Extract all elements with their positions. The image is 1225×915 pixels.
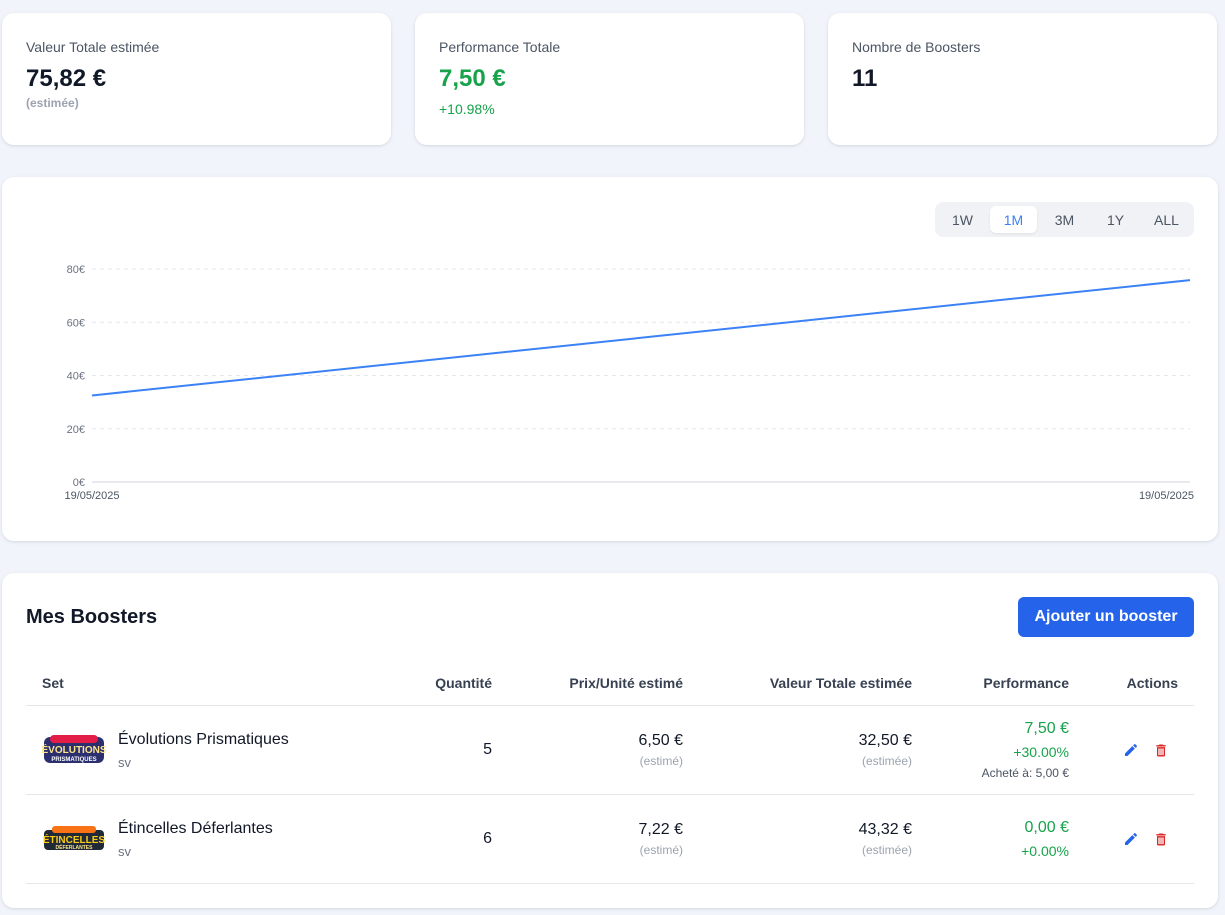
range-selector: 1W 1M 3M 1Y ALL xyxy=(935,202,1194,237)
unit-price: 7,22 € xyxy=(638,821,683,838)
set-name: Évolutions Prismatiques xyxy=(118,730,289,748)
total-value-cell: 32,50 € (estimée) xyxy=(683,732,912,768)
set-logo-subtext: PRISMATIQUES xyxy=(51,757,96,763)
unit-price-cell: 7,22 € (estimé) xyxy=(492,821,683,857)
performance-percent: +0.00% xyxy=(1021,843,1069,859)
performance-value: 7,50 € xyxy=(1024,720,1069,737)
quantity-cell: 6 xyxy=(483,830,492,847)
col-header-quantity: Quantité xyxy=(435,675,492,691)
y-tick-label: 60€ xyxy=(67,317,85,329)
unit-price-cell: 6,50 € (estimé) xyxy=(492,732,683,768)
performance-value: 0,00 € xyxy=(1024,819,1069,836)
add-booster-button[interactable]: Ajouter un booster xyxy=(1018,597,1194,637)
col-header-set: Set xyxy=(42,675,64,691)
x-tick-label: 19/05/2025 xyxy=(1139,490,1194,502)
y-tick-label: 20€ xyxy=(67,424,85,436)
trash-icon[interactable] xyxy=(1152,830,1170,848)
col-header-actions: Actions xyxy=(1126,675,1178,691)
performance-cell: 7,50 € +30.00% Acheté à: 5,00 € xyxy=(912,720,1069,780)
y-tick-label: 0€ xyxy=(73,477,85,489)
stat-card-performance: Performance Totale 7,50 € +10.98% xyxy=(415,13,804,145)
range-button-3m[interactable]: 3M xyxy=(1041,206,1088,233)
set-logo-text: ÉVOLUTIONS xyxy=(42,743,106,756)
series-line xyxy=(91,279,1191,397)
total-value: 43,32 € xyxy=(858,821,912,838)
stat-label: Performance Totale xyxy=(439,39,561,55)
set-cell: ÉTINCELLES DÉFERLANTES Étincelles Déferl… xyxy=(26,820,396,859)
range-button-all[interactable]: ALL xyxy=(1143,206,1190,233)
col-header-performance: Performance xyxy=(983,675,1069,691)
quantity-cell: 5 xyxy=(483,741,492,758)
set-logo: ÉTINCELLES DÉFERLANTES xyxy=(42,822,106,856)
y-tick-label: 80€ xyxy=(67,264,85,276)
stat-value: 11 xyxy=(852,65,878,92)
unit-price: 6,50 € xyxy=(638,732,683,749)
range-button-1y[interactable]: 1Y xyxy=(1092,206,1139,233)
set-logo-subtext: DÉFERLANTES xyxy=(56,843,94,851)
unit-price-note: (estimé) xyxy=(639,843,683,857)
col-header-unit-price: Prix/Unité estimé xyxy=(569,675,683,691)
trash-icon[interactable] xyxy=(1152,741,1170,759)
stat-card-total-value: Valeur Totale estimée 75,82 € (estimée) xyxy=(2,13,391,145)
stat-card-boosters-count: Nombre de Boosters 11 xyxy=(828,13,1217,145)
boosters-card: Mes Boosters Ajouter un booster Set Quan… xyxy=(2,573,1218,908)
total-value-note: (estimée) xyxy=(861,843,912,857)
range-button-1w[interactable]: 1W xyxy=(939,206,986,233)
performance-cell: 0,00 € +0.00% xyxy=(912,819,1069,859)
set-cell: ÉVOLUTIONS PRISMATIQUES Évolutions Prism… xyxy=(26,731,396,770)
total-value-note: (estimée) xyxy=(861,754,912,768)
range-button-1m[interactable]: 1M xyxy=(990,206,1037,233)
set-code: sv xyxy=(118,843,131,859)
set-name: Étincelles Déferlantes xyxy=(118,819,273,837)
set-code: sv xyxy=(118,754,131,770)
stat-label: Valeur Totale estimée xyxy=(26,39,160,55)
stat-sub: (estimée) xyxy=(26,96,79,110)
unit-price-note: (estimé) xyxy=(639,754,683,768)
total-value: 32,50 € xyxy=(858,732,912,749)
actions-cell xyxy=(1069,830,1194,848)
purchase-price: Acheté à: 5,00 € xyxy=(981,766,1069,780)
total-value-cell: 43,32 € (estimée) xyxy=(683,821,912,857)
section-title: Mes Boosters xyxy=(26,606,158,628)
stat-label: Nombre de Boosters xyxy=(852,39,981,55)
col-header-total-value: Valeur Totale estimée xyxy=(769,675,912,691)
set-logo: ÉVOLUTIONS PRISMATIQUES xyxy=(42,733,106,767)
x-tick-label: 19/05/2025 xyxy=(64,490,119,502)
table-header: Set Quantité Prix/Unité estimé Valeur To… xyxy=(26,661,1194,706)
y-tick-label: 40€ xyxy=(67,371,85,383)
performance-percent: +30.00% xyxy=(1013,744,1069,760)
actions-cell xyxy=(1069,741,1194,759)
chart-card: 0€ 20€ 40€ 60€ 80€ 19/05/2025 19/05/2025 1W 1M 3… xyxy=(2,177,1218,541)
stat-value: 7,50 € xyxy=(439,65,506,92)
table-row: ÉTINCELLES DÉFERLANTES Étincelles Déferl… xyxy=(26,795,1194,884)
stat-sub: +10.98% xyxy=(439,101,495,117)
edit-icon[interactable] xyxy=(1122,741,1140,759)
edit-icon[interactable] xyxy=(1122,830,1140,848)
stat-value: 75,82 € xyxy=(26,65,107,92)
table-row: ÉVOLUTIONS PRISMATIQUES Évolutions Prism… xyxy=(26,706,1194,795)
boosters-table: Set Quantité Prix/Unité estimé Valeur To… xyxy=(26,661,1194,884)
